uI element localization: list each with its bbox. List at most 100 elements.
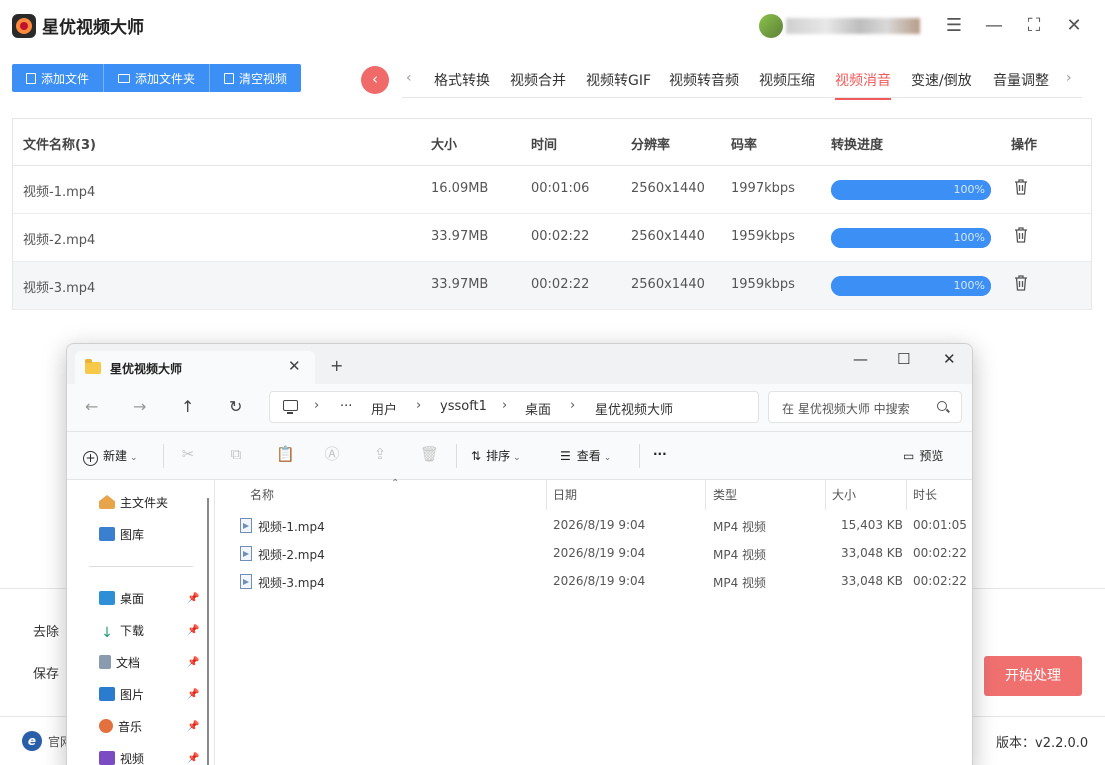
collapse-tabs-button[interactable]: ‹ — [361, 66, 389, 94]
tab-close-icon[interactable]: ✕ — [288, 357, 301, 375]
user-avatar[interactable] — [759, 14, 783, 38]
nav-divider — [89, 566, 193, 567]
share-icon[interactable]: ⇪ — [372, 446, 388, 462]
file-size: 15,403 KB — [841, 518, 903, 532]
explorer-minimize-icon[interactable]: — — [853, 350, 868, 368]
breadcrumb-user[interactable]: yssoft1 — [440, 399, 487, 414]
file-list-item[interactable]: 视频-2.mp4 2026/8/19 9:04 MP4 视频 33,048 KB 00:… — [216, 539, 972, 567]
header-progress: 转换进度 — [831, 138, 884, 153]
file-name-cell: 视频-1.mp4 — [23, 185, 96, 200]
breadcrumb-current-folder[interactable]: 星优视频大师 — [595, 399, 673, 418]
settings-sliders-icon[interactable]: ☰ — [940, 12, 968, 40]
column-size[interactable]: 大小 — [832, 486, 856, 503]
nav-home[interactable]: 主文件夹 — [99, 494, 168, 514]
bitrate-cell: 1997kbps — [731, 181, 795, 196]
nav-documents[interactable]: 文档 — [99, 654, 140, 674]
file-explorer-window: 星优视频大师 ✕ + — ☐ ✕ ← → ↑ ↻ › ··· 用户 › ysso… — [66, 343, 973, 765]
tab-video-to-gif[interactable]: 视频转GIF — [586, 70, 651, 90]
column-duration[interactable]: 时长 — [913, 486, 937, 503]
music-icon — [99, 719, 113, 733]
pin-icon[interactable]: 📌 — [187, 753, 199, 764]
tab-volume-adjust[interactable]: 音量调整 — [993, 70, 1049, 90]
file-list-item[interactable]: 视频-3.mp4 2026/8/19 9:04 MP4 视频 33,048 KB 00:… — [216, 567, 972, 595]
column-date[interactable]: 日期 — [553, 486, 577, 503]
pin-icon[interactable]: 📌 — [187, 689, 199, 700]
file-list-item[interactable]: 视频-1.mp4 2026/8/19 9:04 MP4 视频 15,403 KB 00:… — [216, 511, 972, 539]
delete-row-trash-icon[interactable] — [1014, 227, 1028, 243]
header-bitrate: 码率 — [731, 138, 758, 153]
nav-desktop-label: 桌面 — [120, 592, 145, 606]
view-button[interactable]: ☰ 查看 ⌄ — [560, 447, 611, 464]
explorer-maximize-icon[interactable]: ☐ — [897, 350, 910, 368]
pin-icon[interactable]: 📌 — [187, 657, 199, 668]
tab-format-convert[interactable]: 格式转换 — [434, 70, 490, 90]
pin-icon[interactable]: 📌 — [187, 721, 199, 732]
nav-desktop[interactable]: 桌面 — [99, 590, 144, 610]
breadcrumb-separator-icon: › — [416, 398, 422, 413]
preview-button[interactable]: ▭ 预览 — [903, 447, 943, 464]
nav-pictures[interactable]: 图片 — [99, 686, 144, 706]
forward-arrow-icon[interactable]: → — [133, 397, 146, 416]
back-arrow-icon[interactable]: ← — [85, 397, 98, 416]
nav-downloads[interactable]: ↓ 下载 — [99, 622, 144, 642]
header-action: 操作 — [1011, 138, 1038, 153]
breadcrumb-more[interactable]: ··· — [340, 399, 352, 414]
rename-icon[interactable]: Ⓐ — [324, 446, 340, 462]
trash-icon — [224, 72, 235, 84]
up-arrow-icon[interactable]: ↑ — [181, 397, 194, 416]
breadcrumb-desktop[interactable]: 桌面 — [525, 399, 551, 418]
video-file-icon — [240, 574, 252, 589]
maximize-icon[interactable]: ⛶ — [1020, 12, 1048, 40]
explorer-commandbar: + 新建 ⌄ ✂ ⧉ 📋 Ⓐ ⇪ 🗑 ⇅ 排序 ⌄ ☰ 查看 ⌄ ··· ▭ 预览 — [67, 432, 972, 480]
website-icon[interactable]: e — [22, 731, 42, 751]
column-type[interactable]: 类型 — [713, 486, 737, 503]
delete-row-trash-icon[interactable] — [1014, 275, 1028, 291]
nav-gallery[interactable]: 图库 — [99, 526, 144, 546]
breadcrumb-users[interactable]: 用户 — [371, 399, 397, 418]
tab-speed-reverse[interactable]: 变速/倒放 — [911, 70, 972, 90]
explorer-titlebar: 星优视频大师 ✕ + — ☐ ✕ — [67, 344, 972, 384]
app-titlebar: 星优视频大师 ☰ — ⛶ ✕ — [0, 0, 1105, 52]
tabs-prev-arrow-icon[interactable]: ‹ — [406, 70, 412, 86]
tabs-next-arrow-icon[interactable]: › — [1066, 70, 1072, 86]
sort-button[interactable]: ⇅ 排序 ⌄ — [471, 447, 521, 464]
delete-row-trash-icon[interactable] — [1014, 179, 1028, 195]
add-folder-button[interactable]: 添加文件夹 — [104, 64, 211, 92]
nav-scrollbar[interactable] — [207, 498, 209, 765]
tab-video-compress[interactable]: 视频压缩 — [759, 70, 815, 90]
column-name[interactable]: 名称 — [250, 486, 274, 503]
explorer-tab[interactable]: 星优视频大师 ✕ — [75, 351, 315, 384]
more-options-button[interactable]: ··· — [653, 447, 667, 461]
cut-icon[interactable]: ✂ — [180, 446, 196, 462]
table-row[interactable]: 视频-2.mp4 33.97MB 00:02:22 2560x1440 1959kbps… — [13, 214, 1091, 262]
pin-icon[interactable]: 📌 — [187, 593, 199, 604]
nav-videos[interactable]: 视频 — [99, 750, 144, 765]
save-setting-label: 保存 — [33, 667, 60, 682]
minimize-icon[interactable]: — — [980, 12, 1008, 40]
start-processing-button[interactable]: 开始处理 — [984, 656, 1082, 696]
refresh-icon[interactable]: ↻ — [229, 397, 242, 416]
clear-videos-button[interactable]: 清空视频 — [210, 64, 302, 92]
delete-icon[interactable]: 🗑 — [420, 446, 439, 462]
nav-music[interactable]: 音乐 — [99, 718, 142, 738]
nav-gallery-label: 图库 — [120, 528, 145, 542]
video-file-icon — [240, 546, 252, 561]
copy-icon[interactable]: ⧉ — [228, 446, 244, 462]
explorer-close-icon[interactable]: ✕ — [943, 350, 956, 368]
table-row[interactable]: 视频-3.mp4 33.97MB 00:02:22 2560x1440 1959kbps… — [13, 262, 1091, 310]
new-button[interactable]: + 新建 ⌄ — [83, 447, 138, 466]
tab-video-to-audio[interactable]: 视频转音频 — [669, 70, 739, 90]
file-icon — [26, 72, 36, 84]
breadcrumb[interactable]: › ··· 用户 › yssoft1 › 桌面 › 星优视频大师 — [269, 391, 759, 423]
tab-video-mute[interactable]: 视频消音 — [835, 70, 891, 100]
add-file-button[interactable]: 添加文件 — [12, 64, 105, 92]
search-input[interactable]: 在 星优视频大师 中搜索 — [768, 391, 962, 423]
table-row[interactable]: 视频-1.mp4 16.09MB 00:01:06 2560x1440 1997kbps… — [13, 166, 1091, 214]
file-duration: 00:02:22 — [913, 546, 967, 560]
new-tab-icon[interactable]: + — [330, 356, 343, 375]
pin-icon[interactable]: 📌 — [187, 625, 199, 636]
tab-video-merge[interactable]: 视频合并 — [510, 70, 566, 90]
close-icon[interactable]: ✕ — [1060, 12, 1088, 40]
video-icon — [99, 751, 115, 765]
paste-icon[interactable]: 📋 — [276, 446, 295, 462]
